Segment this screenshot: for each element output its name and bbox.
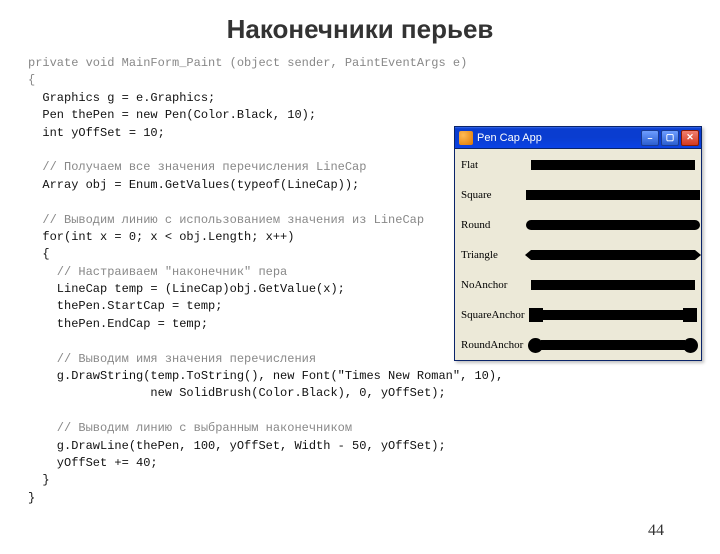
linecap-sample bbox=[531, 278, 695, 292]
code-comment: // Выводим имя значения перечисления bbox=[28, 352, 316, 366]
linecap-sample bbox=[531, 158, 695, 172]
code-line: g.DrawLine(thePen, 100, yOffSet, Width -… bbox=[28, 439, 446, 453]
linecap-label: Flat bbox=[461, 159, 531, 171]
code-comment: // Настраиваем "наконечник" пера bbox=[28, 265, 287, 279]
client-area: Flat Square Round Triangle NoAnchor Squa… bbox=[455, 149, 701, 360]
linecap-row-round: Round bbox=[461, 211, 695, 239]
linecap-label: NoAnchor bbox=[461, 279, 531, 291]
linecap-label: RoundAnchor bbox=[461, 339, 531, 351]
code-line: private void MainForm_Paint (object send… bbox=[28, 56, 467, 70]
code-line: { bbox=[28, 247, 50, 261]
app-window: Pen Cap App – ▢ ✕ Flat Square Round Tria… bbox=[454, 126, 702, 361]
code-line: Graphics g = e.Graphics; bbox=[28, 91, 215, 105]
linecap-sample bbox=[531, 218, 695, 232]
code-comment: // Выводим линию с использованием значен… bbox=[28, 213, 424, 227]
code-line: LineCap temp = (LineCap)obj.GetValue(x); bbox=[28, 282, 345, 296]
page-number: 44 bbox=[648, 522, 664, 540]
app-icon bbox=[459, 131, 473, 145]
linecap-sample bbox=[531, 308, 695, 322]
close-button[interactable]: ✕ bbox=[681, 130, 699, 146]
maximize-button[interactable]: ▢ bbox=[661, 130, 679, 146]
linecap-label: Round bbox=[461, 219, 531, 231]
code-line: yOffSet += 40; bbox=[28, 456, 158, 470]
code-comment: // Выводим линию с выбранным наконечнико… bbox=[28, 421, 352, 435]
code-line: g.DrawString(temp.ToString(), new Font("… bbox=[28, 369, 503, 383]
code-line: Pen thePen = new Pen(Color.Black, 10); bbox=[28, 108, 316, 122]
linecap-row-squareanchor: SquareAnchor bbox=[461, 301, 695, 329]
code-line: thePen.EndCap = temp; bbox=[28, 317, 208, 331]
linecap-row-roundanchor: RoundAnchor bbox=[461, 331, 695, 359]
code-line: } bbox=[28, 473, 50, 487]
slide-title: Наконечники перьев bbox=[0, 14, 720, 45]
linecap-label: Triangle bbox=[461, 249, 531, 261]
window-title: Pen Cap App bbox=[477, 132, 639, 144]
minimize-button[interactable]: – bbox=[641, 130, 659, 146]
code-line: } bbox=[28, 491, 35, 505]
code-line: int yOffSet = 10; bbox=[28, 126, 165, 140]
linecap-sample bbox=[531, 188, 695, 202]
linecap-row-noanchor: NoAnchor bbox=[461, 271, 695, 299]
code-line: Array obj = Enum.GetValues(typeof(LineCa… bbox=[28, 178, 359, 192]
linecap-row-triangle: Triangle bbox=[461, 241, 695, 269]
linecap-sample bbox=[531, 248, 695, 262]
titlebar[interactable]: Pen Cap App – ▢ ✕ bbox=[455, 127, 701, 149]
code-comment: // Получаем все значения перечисления Li… bbox=[28, 160, 366, 174]
code-line: { bbox=[28, 73, 35, 87]
linecap-row-square: Square bbox=[461, 181, 695, 209]
code-line: for(int x = 0; x < obj.Length; x++) bbox=[28, 230, 294, 244]
code-line: new SolidBrush(Color.Black), 0, yOffSet)… bbox=[28, 386, 446, 400]
code-line: thePen.StartCap = temp; bbox=[28, 299, 222, 313]
linecap-row-flat: Flat bbox=[461, 151, 695, 179]
linecap-sample bbox=[531, 338, 695, 352]
linecap-label: Square bbox=[461, 189, 531, 201]
linecap-label: SquareAnchor bbox=[461, 309, 531, 321]
